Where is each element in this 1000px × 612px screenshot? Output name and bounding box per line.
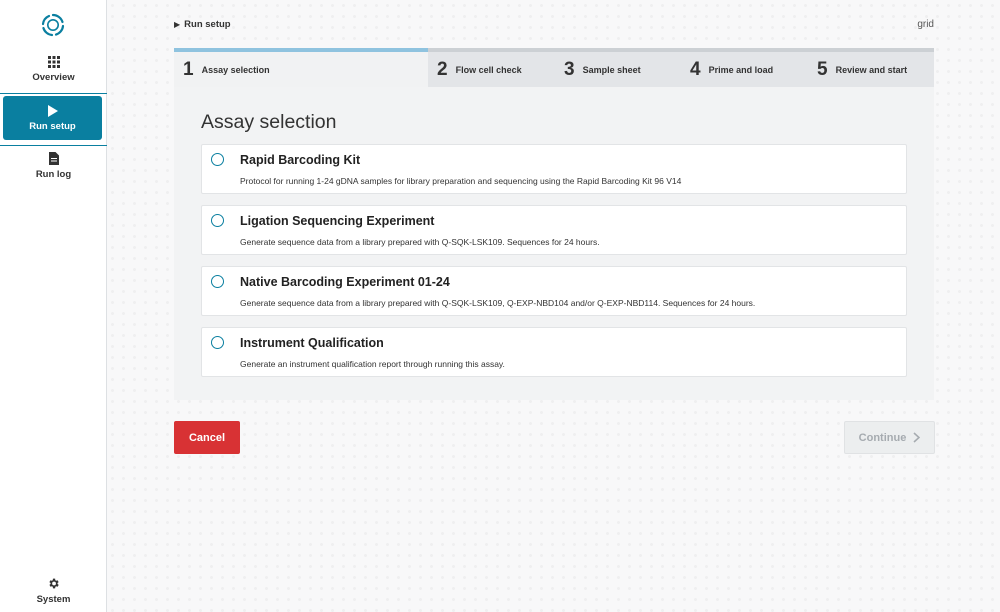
radio-button[interactable] [211, 214, 224, 227]
sidebar-item-label: Run setup [29, 121, 76, 132]
assay-description: Generate an instrument qualification rep… [240, 359, 505, 369]
assay-description: Generate sequence data from a library pr… [240, 237, 600, 247]
assay-option-native-barcoding[interactable]: Native Barcoding Experiment 01-24 Genera… [201, 266, 907, 316]
step-label: Sample sheet [582, 64, 641, 75]
radio-button[interactable] [211, 275, 224, 288]
page-title: Assay selection [201, 111, 337, 133]
continue-button[interactable]: Continue [844, 421, 935, 454]
step-label: Assay selection [201, 64, 270, 75]
play-icon [48, 105, 58, 117]
assay-name: Ligation Sequencing Experiment [240, 214, 435, 228]
assay-option-rapid-barcoding[interactable]: Rapid Barcoding Kit Protocol for running… [201, 144, 907, 194]
step-progress: 1 Assay selection 2 Flow cell check 3 Sa… [174, 48, 934, 87]
sidebar-item-label: System [36, 594, 71, 605]
step-review-and-start[interactable]: 5 Review and start [808, 48, 934, 87]
radio-button[interactable] [211, 336, 224, 349]
step-prime-and-load[interactable]: 4 Prime and load [681, 48, 808, 87]
sidebar-item-label: Overview [32, 72, 75, 83]
sidebar-item-overview[interactable]: Overview [0, 56, 107, 94]
assay-name: Rapid Barcoding Kit [240, 153, 361, 167]
assay-name: Instrument Qualification [240, 336, 384, 350]
continue-label: Continue [858, 431, 907, 444]
grid-icon [47, 56, 60, 68]
breadcrumb-label: Run setup [184, 19, 231, 30]
sidebar-item-run-setup[interactable]: Run setup [3, 96, 102, 140]
sidebar-item-system[interactable]: System [0, 577, 107, 605]
step-number: 1 [183, 58, 194, 80]
radio-button[interactable] [211, 153, 224, 166]
cancel-button[interactable]: Cancel [174, 421, 240, 454]
step-number: 5 [817, 58, 828, 80]
breadcrumb[interactable]: ▶ Run setup [174, 19, 231, 30]
assay-option-ligation-sequencing[interactable]: Ligation Sequencing Experiment Generate … [201, 205, 907, 255]
step-label: Flow cell check [455, 64, 522, 75]
sidebar-divider [0, 145, 107, 146]
sidebar-item-label: Run log [35, 169, 72, 180]
gear-icon [49, 578, 59, 589]
chevron-right-icon [913, 432, 921, 443]
nanopore-logo-icon [41, 13, 65, 37]
sidebar-item-run-log[interactable]: Run log [0, 152, 107, 180]
step-label: Review and start [835, 64, 908, 75]
step-label: Prime and load [708, 64, 774, 75]
step-number: 3 [564, 58, 575, 80]
step-sample-sheet[interactable]: 3 Sample sheet [555, 48, 681, 87]
step-number: 2 [437, 58, 448, 80]
step-number: 4 [690, 58, 701, 80]
main-content: ▶ Run setup grid 1 Assay selection 2 Flow… [107, 0, 1000, 612]
step-flow-cell-check[interactable]: 2 Flow cell check [428, 48, 555, 87]
device-name: grid [917, 19, 934, 30]
step-assay-selection[interactable]: 1 Assay selection [174, 48, 428, 87]
assay-selection-panel: Assay selection Rapid Barcoding Kit Prot… [174, 87, 934, 400]
assay-option-instrument-qualification[interactable]: Instrument Qualification Generate an ins… [201, 327, 907, 377]
assay-name: Native Barcoding Experiment 01-24 [240, 275, 450, 289]
assay-description: Generate sequence data from a library pr… [240, 298, 756, 308]
play-icon: ▶ [174, 20, 181, 29]
assay-description: Protocol for running 1-24 gDNA samples f… [240, 176, 682, 186]
sidebar: Overview Run setup Run log System [0, 0, 107, 612]
document-icon [48, 152, 59, 165]
